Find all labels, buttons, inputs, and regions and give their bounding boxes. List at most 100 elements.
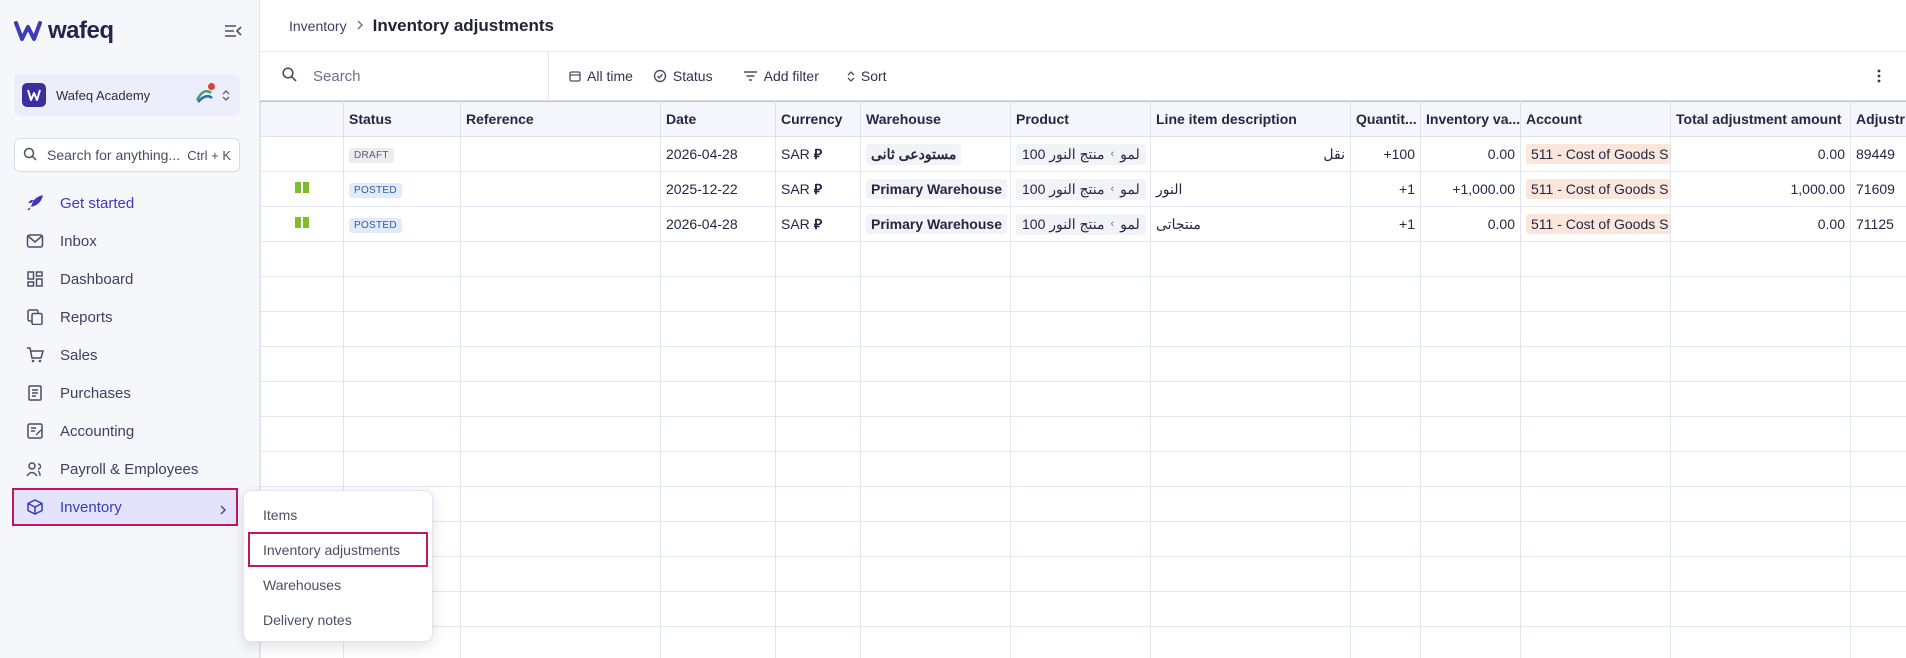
reference-cell: [460, 171, 661, 207]
total-cell: 0.00: [1670, 206, 1851, 242]
search-icon: [282, 67, 297, 85]
main-nav: Get started Inbox Dashboard Reports Sale…: [12, 184, 240, 526]
column-header-product[interactable]: Product: [1010, 101, 1151, 137]
column-header-inventory-value[interactable]: Inventory va...: [1420, 101, 1521, 137]
page-title: Inventory adjustments: [372, 15, 554, 35]
column-header-quantity[interactable]: Quantit...: [1350, 101, 1421, 137]
status-cell: POSTED: [343, 171, 461, 207]
logo[interactable]: wafeq: [14, 16, 244, 46]
status-badge: DRAFT: [349, 148, 394, 163]
brand-name: wafeq: [48, 17, 114, 44]
account-chip: 511 - Cost of Goods S: [1526, 179, 1670, 199]
adjustment-cell: 89449: [1850, 136, 1906, 172]
reference-cell: [460, 206, 661, 242]
quantity-cell: +100: [1350, 136, 1421, 172]
collapse-sidebar-icon[interactable]: [222, 20, 244, 42]
product-variant: لمو: [1120, 215, 1140, 232]
breadcrumb-parent[interactable]: Inventory: [289, 18, 347, 34]
product-variant: لمو: [1120, 180, 1140, 197]
table-row[interactable]: POSTED 2025-12-22 SAR ⃁ Primary Warehouse…: [260, 171, 1906, 207]
organization-switcher[interactable]: Wafeq Academy: [14, 74, 240, 116]
calendar-icon: [569, 70, 581, 82]
nav-item-dashboard[interactable]: Dashboard: [14, 260, 240, 298]
sort-button[interactable]: Sort: [847, 68, 887, 84]
submenu-item-inventory-adjustments[interactable]: Inventory adjustments: [248, 532, 428, 567]
column-header-currency[interactable]: Currency: [775, 101, 861, 137]
empty-row: [260, 451, 1906, 487]
column-header-total[interactable]: Total adjustment amount: [1670, 101, 1851, 137]
nav-item-sales[interactable]: Sales: [14, 336, 240, 374]
column-header-description[interactable]: Line item description: [1150, 101, 1351, 137]
account-cell: 511 - Cost of Goods S: [1520, 206, 1671, 242]
currency-code: SAR: [781, 216, 810, 232]
book-icon: [294, 181, 310, 197]
global-search-placeholder: Search for anything...: [47, 147, 181, 163]
product-name: منتج النور 100: [1022, 145, 1105, 162]
chevron-left-icon: ‹: [1110, 183, 1115, 195]
product-name: منتج النور 100: [1022, 215, 1105, 232]
submenu-item-delivery-notes[interactable]: Delivery notes: [248, 602, 428, 637]
column-header-adjustment[interactable]: Adjustr: [1850, 101, 1906, 137]
nav-item-purchases[interactable]: Purchases: [14, 374, 240, 412]
adjustment-cell: 71125: [1850, 206, 1906, 242]
more-vertical-icon[interactable]: [1874, 66, 1884, 86]
nav-item-get-started[interactable]: Get started: [14, 184, 240, 222]
notification-icon[interactable]: [194, 83, 215, 105]
empty-row: [260, 626, 1906, 658]
nav-item-accounting[interactable]: Accounting: [14, 412, 240, 450]
submenu-item-warehouses[interactable]: Warehouses: [248, 567, 428, 602]
account-chip: 511 - Cost of Goods S: [1526, 214, 1670, 234]
product-cell: منتج النور 100 ‹ لمو: [1010, 171, 1151, 207]
adjustments-table: Status Reference Date Currency Warehouse…: [260, 101, 1906, 658]
people-icon: [26, 460, 44, 478]
submenu-item-items[interactable]: Items: [248, 497, 428, 532]
all-time-label: All time: [587, 68, 633, 84]
column-header-reference[interactable]: Reference: [460, 101, 661, 137]
adjustment-cell: 71609: [1850, 171, 1906, 207]
org-avatar: [22, 83, 46, 107]
add-filter-button[interactable]: Add filter: [743, 68, 819, 84]
currency-code: SAR: [781, 181, 810, 197]
product-cell: منتج النور 100 ‹ لمو: [1010, 136, 1151, 172]
table-row[interactable]: POSTED 2026-04-28 SAR ⃁ Primary Warehouse…: [260, 206, 1906, 242]
global-search[interactable]: Search for anything... Ctrl + K: [14, 138, 240, 172]
status-filter-button[interactable]: Status: [653, 68, 713, 84]
table-row[interactable]: DRAFT 2026-04-28 SAR ⃁ مستودعی ثانی منتج …: [260, 136, 1906, 172]
warehouse-cell: مستودعی ثانی: [860, 136, 1011, 172]
book-icon: [294, 216, 310, 232]
all-time-button[interactable]: All time: [569, 68, 633, 84]
column-header-account[interactable]: Account: [1520, 101, 1671, 137]
currency-code: SAR: [781, 146, 810, 162]
nav-item-label: Accounting: [60, 422, 135, 440]
main-content: Inventory Inventory adjustments Search A…: [260, 0, 1906, 658]
product-chip: منتج النور 100 ‹ لمو: [1016, 213, 1146, 235]
column-header-date[interactable]: Date: [660, 101, 776, 137]
chevron-left-icon: ‹: [1110, 148, 1115, 160]
nav-item-label: Dashboard: [60, 270, 134, 288]
toolbar: Search All time Status Add filter Sort: [260, 51, 1906, 101]
status-cell: DRAFT: [343, 136, 461, 172]
nav-item-inbox[interactable]: Inbox: [14, 222, 240, 260]
nav-item-label: Inbox: [60, 232, 97, 250]
date-cell: 2025-12-22: [660, 171, 776, 207]
sar-symbol-icon: ⃁: [813, 146, 823, 162]
nav-item-inventory[interactable]: Inventory: [12, 488, 238, 526]
inventory-value-cell: 0.00: [1420, 206, 1521, 242]
nav-item-payroll[interactable]: Payroll & Employees: [14, 450, 240, 488]
product-cell: منتج النور 100 ‹ لمو: [1010, 206, 1151, 242]
nav-item-label: Reports: [60, 308, 113, 326]
status-filter-label: Status: [672, 68, 713, 84]
ledger-icon: [26, 422, 44, 440]
empty-row: [260, 416, 1906, 452]
warehouse-cell: Primary Warehouse: [860, 171, 1011, 207]
currency-cell: SAR ⃁: [775, 136, 861, 172]
table-search[interactable]: Search: [260, 51, 549, 101]
nav-item-reports[interactable]: Reports: [14, 298, 240, 336]
product-chip: منتج النور 100 ‹ لمو: [1016, 178, 1146, 200]
column-header-status[interactable]: Status: [343, 101, 461, 137]
description-cell: النور: [1150, 171, 1351, 207]
quantity-cell: +1: [1350, 171, 1421, 207]
check-circle-icon: [653, 69, 667, 83]
column-header-warehouse[interactable]: Warehouse: [860, 101, 1011, 137]
currency-cell: SAR ⃁: [775, 171, 861, 207]
